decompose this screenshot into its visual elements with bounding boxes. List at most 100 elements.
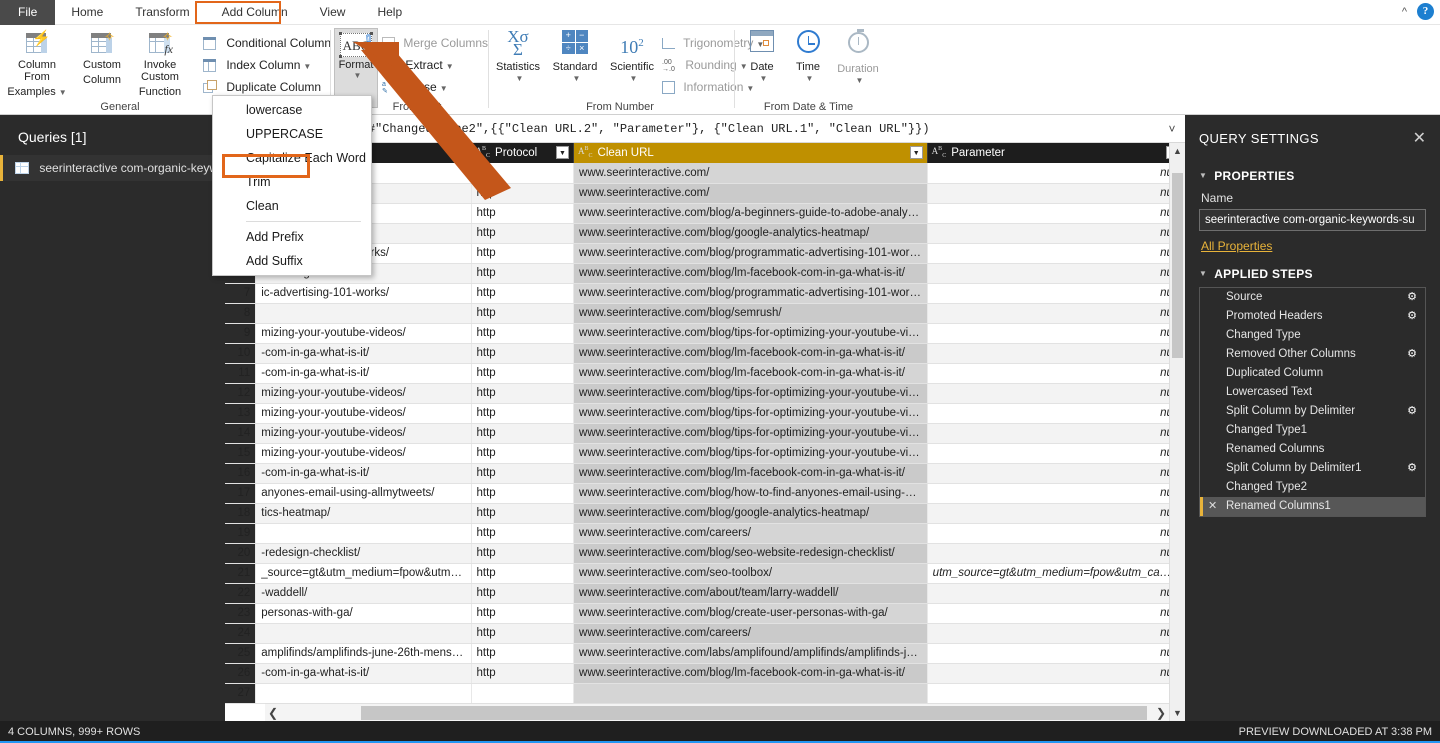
row-number-cell[interactable]: 23 bbox=[225, 603, 256, 623]
cell-col0[interactable]: -com-in-ga-what-is-it/ bbox=[256, 463, 471, 483]
tab-help[interactable]: Help bbox=[361, 0, 418, 25]
cell-protocol[interactable]: http bbox=[471, 463, 574, 483]
cell-parameter[interactable]: null bbox=[927, 423, 1183, 443]
cell-parameter[interactable]: null bbox=[927, 283, 1183, 303]
applied-step-item[interactable]: Changed Type bbox=[1200, 326, 1425, 345]
row-number-cell[interactable]: 8 bbox=[225, 303, 256, 323]
table-row[interactable]: 24httpwww.seerinteractive.com/careers/nu… bbox=[225, 623, 1184, 643]
cell-col0[interactable]: mizing-your-youtube-videos/ bbox=[256, 423, 471, 443]
cell-parameter[interactable]: null bbox=[927, 603, 1183, 623]
cell-clean-url[interactable]: www.seerinteractive.com/blog/lm-facebook… bbox=[574, 463, 928, 483]
cell-clean-url[interactable]: www.seerinteractive.com/blog/google-anal… bbox=[574, 223, 928, 243]
cell-parameter[interactable]: null bbox=[927, 443, 1183, 463]
cell-clean-url[interactable]: www.seerinteractive.com/blog/programmati… bbox=[574, 283, 928, 303]
cell-parameter[interactable]: null bbox=[927, 463, 1183, 483]
table-row[interactable]: 11-com-in-ga-what-is-it/httpwww.seerinte… bbox=[225, 363, 1184, 383]
row-number-cell[interactable]: 19 bbox=[225, 523, 256, 543]
cell-col0[interactable]: -waddell/ bbox=[256, 583, 471, 603]
tab-transform[interactable]: Transform bbox=[119, 0, 205, 25]
table-row[interactable]: 19httpwww.seerinteractive.com/careers/nu… bbox=[225, 523, 1184, 543]
help-icon[interactable]: ? bbox=[1417, 3, 1434, 20]
cell-protocol[interactable]: http bbox=[471, 363, 574, 383]
cell-protocol[interactable]: http bbox=[471, 203, 574, 223]
row-number-cell[interactable]: 16 bbox=[225, 463, 256, 483]
cell-clean-url[interactable] bbox=[574, 683, 928, 703]
all-properties-link[interactable]: All Properties bbox=[1201, 239, 1272, 253]
cell-clean-url[interactable]: www.seerinteractive.com/about/team/larry… bbox=[574, 583, 928, 603]
cell-clean-url[interactable]: www.seerinteractive.com/blog/seo-website… bbox=[574, 543, 928, 563]
cell-protocol[interactable]: http bbox=[471, 503, 574, 523]
row-number-cell[interactable]: 17 bbox=[225, 483, 256, 503]
table-row[interactable]: 14mizing-your-youtube-videos/httpwww.see… bbox=[225, 423, 1184, 443]
table-row[interactable]: 15mizing-your-youtube-videos/httpwww.see… bbox=[225, 443, 1184, 463]
invoke-custom-function-button[interactable]: ✧fx Invoke Custom Function bbox=[124, 30, 196, 98]
cell-clean-url[interactable]: www.seerinteractive.com/blog/lm-facebook… bbox=[574, 263, 928, 283]
filter-dropdown-icon-protocol[interactable]: ▼ bbox=[556, 146, 569, 159]
row-number-cell[interactable]: 7 bbox=[225, 283, 256, 303]
cell-parameter[interactable]: null bbox=[927, 643, 1183, 663]
merge-columns-button[interactable]: Merge Columns bbox=[382, 33, 488, 53]
table-row[interactable]: 20-redesign-checklist/httpwww.seerintera… bbox=[225, 543, 1184, 563]
cell-parameter[interactable]: utm_source=gt&utm_medium=fpow&utm_campai… bbox=[927, 563, 1183, 583]
cell-parameter[interactable]: null bbox=[927, 363, 1183, 383]
table-row[interactable]: 8 httpwww.seerinteractive.com/blog/semrus… bbox=[225, 303, 1184, 323]
grid-horizontal-scrollbar[interactable]: ❮ ❯ bbox=[265, 703, 1169, 721]
column-header-clean-url[interactable]: ABC Clean URL ▼ bbox=[574, 143, 928, 163]
scientific-button[interactable]: 102 Scientific ▼ bbox=[604, 30, 660, 85]
horizontal-scrollbar-thumb[interactable] bbox=[361, 706, 1147, 720]
menu-item-lowercase[interactable]: lowercase bbox=[213, 98, 371, 122]
cell-parameter[interactable]: null bbox=[927, 303, 1183, 323]
table-row[interactable]: 21_source=gt&utm_medium=fpow&utm_…httpww… bbox=[225, 563, 1184, 583]
extract-button[interactable]: ABC123 Extract▼ bbox=[382, 55, 454, 75]
cell-protocol[interactable]: http bbox=[471, 403, 574, 423]
duration-button[interactable]: Duration ▼ bbox=[832, 30, 884, 87]
table-row[interactable]: 7ic-advertising-101-works/httpwww.seerin… bbox=[225, 283, 1184, 303]
cell-clean-url[interactable]: www.seerinteractive.com/blog/lm-facebook… bbox=[574, 343, 928, 363]
applied-step-item[interactable]: Split Column by Delimiter1⚙ bbox=[1200, 459, 1425, 478]
query-name-input[interactable]: seerinteractive com-organic-keywords-su bbox=[1199, 209, 1426, 231]
row-number-cell[interactable]: 22 bbox=[225, 583, 256, 603]
menu-item-clean[interactable]: Clean bbox=[213, 194, 371, 218]
cell-col0[interactable]: -com-in-ga-what-is-it/ bbox=[256, 343, 471, 363]
cell-clean-url[interactable]: www.seerinteractive.com/blog/how-to-find… bbox=[574, 483, 928, 503]
table-row[interactable]: 22-waddell/httpwww.seerinteractive.com/a… bbox=[225, 583, 1184, 603]
cell-clean-url[interactable]: www.seerinteractive.com/blog/lm-facebook… bbox=[574, 663, 928, 683]
row-number-cell[interactable]: 11 bbox=[225, 363, 256, 383]
row-number-cell[interactable]: 15 bbox=[225, 443, 256, 463]
row-number-cell[interactable]: 25 bbox=[225, 643, 256, 663]
row-number-cell[interactable]: 13 bbox=[225, 403, 256, 423]
cell-parameter[interactable]: null bbox=[927, 543, 1183, 563]
scroll-left-arrow-icon[interactable]: ❮ bbox=[265, 704, 281, 722]
cell-clean-url[interactable]: www.seerinteractive.com/seo-toolbox/ bbox=[574, 563, 928, 583]
time-button[interactable]: Time ▼ bbox=[784, 30, 832, 85]
cell-parameter[interactable]: null bbox=[927, 403, 1183, 423]
applied-step-item[interactable]: Removed Other Columns⚙ bbox=[1200, 345, 1425, 364]
cell-parameter[interactable]: null bbox=[927, 383, 1183, 403]
table-row[interactable]: 18tics-heatmap/httpwww.seerinteractive.c… bbox=[225, 503, 1184, 523]
cell-col0[interactable] bbox=[256, 303, 471, 323]
row-number-cell[interactable]: 26 bbox=[225, 663, 256, 683]
cell-protocol[interactable]: http bbox=[471, 543, 574, 563]
cell-protocol[interactable]: http bbox=[471, 303, 574, 323]
date-button[interactable]: Date ▼ bbox=[738, 30, 786, 85]
cell-parameter[interactable] bbox=[927, 683, 1183, 703]
cell-parameter[interactable]: null bbox=[927, 623, 1183, 643]
standard-button[interactable]: + − ÷ × Standard ▼ bbox=[547, 30, 603, 85]
gear-icon[interactable]: ⚙ bbox=[1407, 402, 1417, 421]
row-number-cell[interactable]: 20 bbox=[225, 543, 256, 563]
table-row[interactable]: 27 bbox=[225, 683, 1184, 703]
cell-clean-url[interactable]: www.seerinteractive.com/blog/a-beginners… bbox=[574, 203, 928, 223]
cell-protocol[interactable]: http bbox=[471, 223, 574, 243]
row-number-cell[interactable]: 24 bbox=[225, 623, 256, 643]
cell-protocol[interactable]: http bbox=[471, 163, 574, 183]
format-caret-icon[interactable]: ▼ bbox=[338, 71, 377, 80]
cell-col0[interactable]: tics-heatmap/ bbox=[256, 503, 471, 523]
cell-protocol[interactable]: http bbox=[471, 243, 574, 263]
column-header-protocol[interactable]: ABC Protocol ▼ bbox=[471, 143, 574, 163]
table-row[interactable]: 10-com-in-ga-what-is-it/httpwww.seerinte… bbox=[225, 343, 1184, 363]
row-number-cell[interactable]: 9 bbox=[225, 323, 256, 343]
cell-col0[interactable]: mizing-your-youtube-videos/ bbox=[256, 403, 471, 423]
cell-clean-url[interactable]: www.seerinteractive.com/blog/google-anal… bbox=[574, 503, 928, 523]
cell-protocol[interactable]: http bbox=[471, 283, 574, 303]
cell-clean-url[interactable]: www.seerinteractive.com/blog/semrush/ bbox=[574, 303, 928, 323]
